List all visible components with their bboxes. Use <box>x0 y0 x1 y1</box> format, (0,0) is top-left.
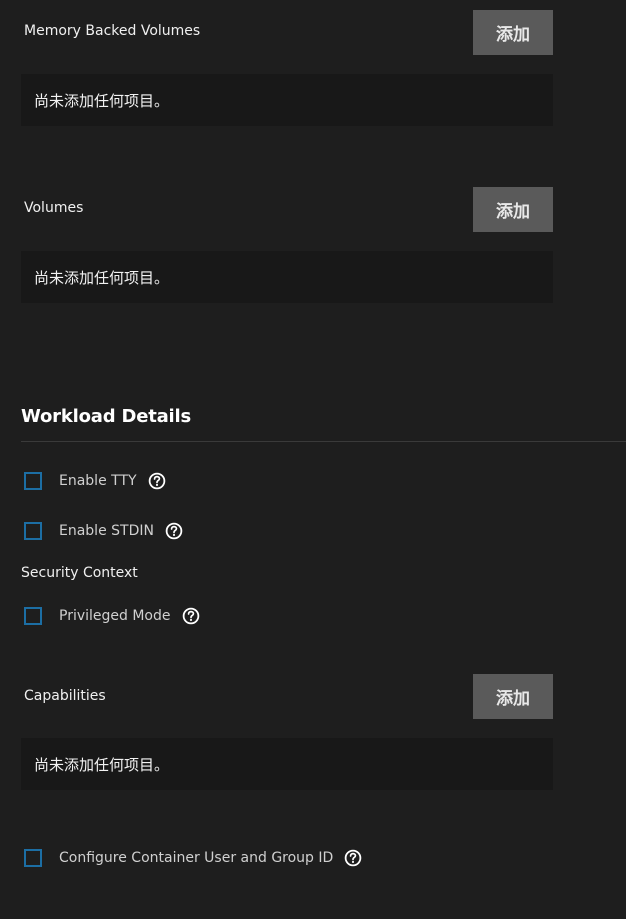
workload-details-heading: Workload Details <box>21 406 192 427</box>
capabilities-title: Capabilities <box>24 688 106 704</box>
privileged-mode-label: Privileged Mode <box>59 608 171 624</box>
container-user-label: Configure Container User and Group ID <box>59 850 334 866</box>
memory-backed-volumes-title: Memory Backed Volumes <box>24 23 201 39</box>
enable-stdin-checkbox[interactable] <box>24 522 42 540</box>
page: Memory Backed Volumes 添加 尚未添加任何项目。 Volum… <box>0 0 626 919</box>
section-divider <box>21 441 626 442</box>
enable-tty-label: Enable TTY <box>59 473 137 489</box>
add-memory-volume-button[interactable]: 添加 <box>473 10 553 55</box>
capabilities-empty-list: 尚未添加任何项目。 <box>21 738 553 790</box>
enable-tty-checkbox[interactable] <box>24 472 42 490</box>
container-user-row: Configure Container User and Group ID <box>24 847 362 869</box>
enable-tty-row: Enable TTY <box>24 470 166 492</box>
empty-list-text: 尚未添加任何项目。 <box>34 755 170 774</box>
help-icon[interactable] <box>182 607 200 625</box>
volumes-empty-list: 尚未添加任何项目。 <box>21 251 553 303</box>
memory-volumes-empty-list: 尚未添加任何项目。 <box>21 74 553 126</box>
add-volume-button[interactable]: 添加 <box>473 187 553 232</box>
security-context-label: Security Context <box>21 565 138 581</box>
empty-list-text: 尚未添加任何项目。 <box>34 91 170 110</box>
volumes-title: Volumes <box>24 200 84 216</box>
privileged-mode-row: Privileged Mode <box>24 605 200 627</box>
empty-list-text: 尚未添加任何项目。 <box>34 268 170 287</box>
enable-stdin-row: Enable STDIN <box>24 520 183 542</box>
container-user-checkbox[interactable] <box>24 849 42 867</box>
enable-stdin-label: Enable STDIN <box>59 523 154 539</box>
help-icon[interactable] <box>165 522 183 540</box>
add-capability-button[interactable]: 添加 <box>473 674 553 719</box>
help-icon[interactable] <box>344 849 362 867</box>
help-icon[interactable] <box>148 472 166 490</box>
privileged-mode-checkbox[interactable] <box>24 607 42 625</box>
